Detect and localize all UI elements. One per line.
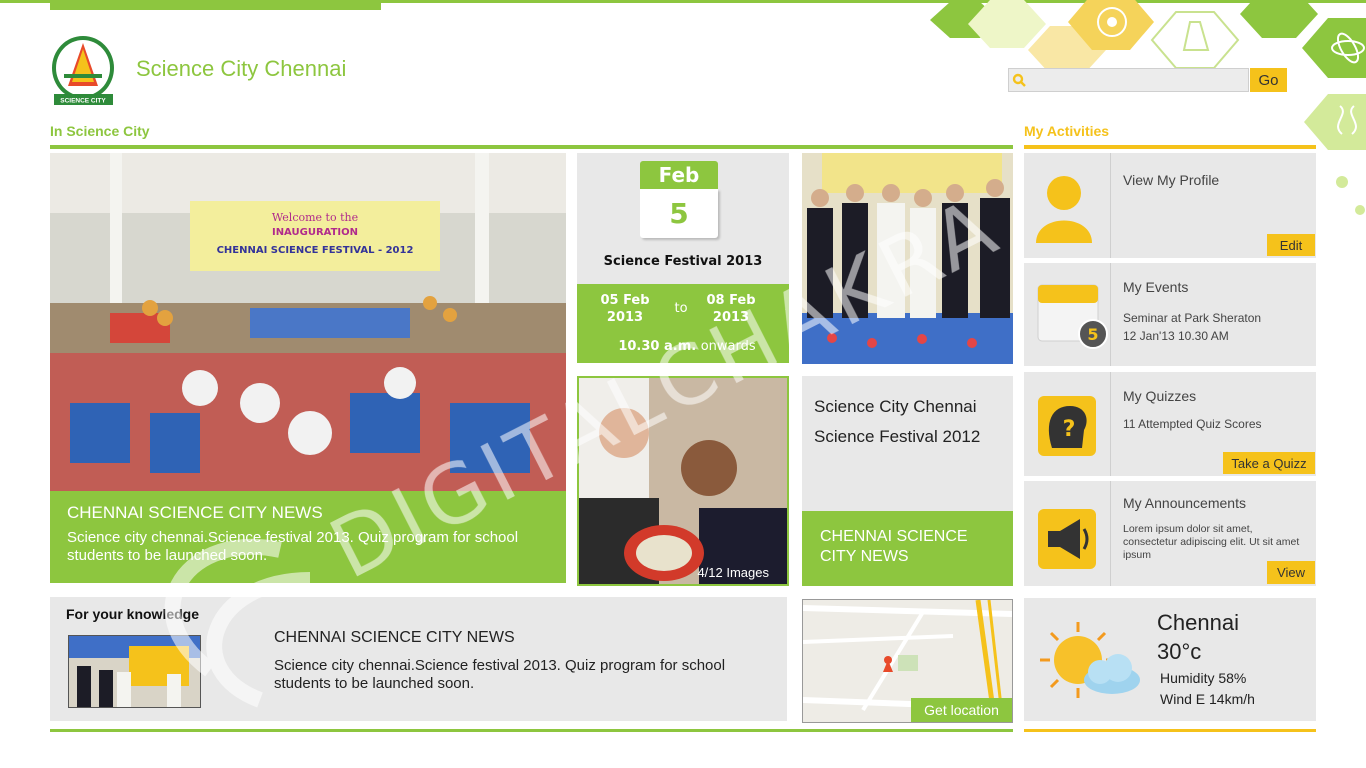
weather-city: Chennai (1157, 610, 1239, 635)
partly-cloudy-icon (1040, 622, 1140, 698)
banner-line-2: INAUGURATION (272, 227, 358, 238)
search-input[interactable] (1029, 70, 1244, 90)
banner-line-1: Welcome to the (272, 211, 358, 224)
my-announcements-link[interactable]: My Announcements (1123, 495, 1246, 511)
festival-news-link[interactable]: CHENNAI SCIENCE CITY NEWS (802, 511, 1013, 586)
event-date-separator: to (674, 301, 688, 316)
take-quiz-button[interactable]: Take a Quizz (1223, 452, 1315, 474)
map-tile[interactable]: Get location (802, 599, 1013, 723)
main-news-title[interactable]: CHENNAI SCIENCE CITY NEWS (67, 503, 549, 523)
inauguration-photo: Welcome to the INAUGURATION CHENNAI SCIE… (50, 153, 566, 491)
weather-temperature: 30°c (1157, 639, 1202, 664)
knowledge-tile[interactable]: For your knowledge CHENNAI SCIENCE CITY … (50, 597, 787, 721)
search-icon (1009, 69, 1029, 91)
gallery-photo (579, 378, 787, 584)
event-end-date: 08 Feb 2013 (706, 293, 756, 325)
main-news-body: Science city chennai.Science festival 20… (67, 529, 519, 564)
quiz-head-icon: ? (1038, 396, 1096, 456)
view-profile-link[interactable]: View My Profile (1123, 172, 1219, 188)
weather-humidity: Humidity 58% (1160, 670, 1247, 686)
event-tile[interactable]: Feb 5 Science Festival 2013 05 Feb 2013 … (577, 153, 789, 363)
my-quizzes-link[interactable]: My Quizzes (1123, 388, 1196, 404)
knowledge-body: Science city chennai.Science festival 20… (274, 657, 726, 692)
section-divider (50, 145, 1013, 149)
event-time-suffix: onwards (700, 339, 756, 354)
footer-divider (1024, 729, 1316, 732)
main-news-tile[interactable]: Welcome to the INAUGURATION CHENNAI SCIE… (50, 153, 566, 583)
in-science-city-heading: In Science City (50, 123, 150, 139)
view-announcements-button[interactable]: View (1267, 561, 1315, 584)
weather-tile: Chennai 30°c Humidity 58% Wind E 14km/h (1024, 598, 1316, 721)
activity-icon-cell: ? (1024, 372, 1111, 476)
knowledge-title[interactable]: CHENNAI SCIENCE CITY NEWS (274, 629, 515, 647)
activity-icon-cell (1024, 153, 1111, 258)
activity-profile[interactable]: View My Profile Edit (1024, 153, 1316, 258)
my-activities-heading: My Activities (1024, 123, 1110, 139)
event-time: 10.30 a.m. (618, 339, 697, 354)
ceremony-photo-tile[interactable] (802, 153, 1013, 364)
get-location-button[interactable]: Get location (911, 698, 1012, 722)
knowledge-thumbnail[interactable] (68, 635, 201, 708)
calendar-day: 5 (640, 189, 718, 238)
gallery-tile[interactable]: 4/12 Images (577, 376, 789, 586)
event-detail-title: Seminar at Park Sheraton (1123, 311, 1262, 325)
activity-icon-cell: 5 (1024, 263, 1111, 366)
edit-profile-button[interactable]: Edit (1267, 234, 1315, 256)
activity-icon-cell (1024, 481, 1111, 586)
announcement-body: Lorem ipsum dolor sit amet, consectetur … (1123, 523, 1300, 561)
activity-events[interactable]: 5 My Events Seminar at Park Sheraton 12 … (1024, 263, 1316, 366)
events-badge: 5 (1087, 325, 1098, 344)
go-button[interactable]: Go (1250, 68, 1287, 92)
science-city-logo[interactable]: SCIENCE CITY (50, 34, 117, 106)
knowledge-heading: For your knowledge (66, 606, 200, 622)
event-title: Science Festival 2013 (603, 254, 763, 269)
ceremony-photo (802, 153, 1013, 364)
logo-text: SCIENCE CITY (60, 98, 106, 105)
events-calendar-icon: 5 (1037, 284, 1108, 349)
section-divider (1024, 145, 1316, 149)
my-events-link[interactable]: My Events (1123, 279, 1188, 295)
svg-text:?: ? (1063, 417, 1076, 442)
gallery-image-count: 4/12 Images (697, 565, 769, 580)
calendar-icon: Feb 5 (640, 161, 718, 238)
site-title[interactable]: Science City Chennai (136, 56, 346, 82)
megaphone-icon (1038, 509, 1096, 569)
event-start-date: 05 Feb 2013 (600, 293, 650, 325)
activity-announcements[interactable]: My Announcements Lorem ipsum dolor sit a… (1024, 481, 1316, 586)
top-accent-bar (50, 0, 381, 10)
festival-title: Science City Chennai Science Festival 20… (814, 397, 981, 446)
footer-divider (50, 729, 1013, 732)
event-dates-panel: 05 Feb 2013 to 08 Feb 2013 10.30 a.m. on… (577, 284, 789, 363)
search-box (1008, 68, 1249, 92)
activity-quizzes[interactable]: ? My Quizzes 11 Attempted Quiz Scores Ta… (1024, 372, 1316, 476)
festival-tile[interactable]: Science City Chennai Science Festival 20… (802, 376, 1013, 586)
calendar-month: Feb (640, 161, 718, 189)
weather-wind: Wind E 14km/h (1160, 691, 1255, 707)
main-news-caption: CHENNAI SCIENCE CITY NEWS Science city c… (50, 491, 566, 583)
profile-icon (1036, 176, 1092, 243)
banner-line-3: CHENNAI SCIENCE FESTIVAL - 2012 (217, 245, 414, 256)
quiz-stats[interactable]: 11 Attempted Quiz Scores (1123, 417, 1262, 431)
event-detail-time: 12 Jan'13 10.30 AM (1123, 329, 1229, 343)
